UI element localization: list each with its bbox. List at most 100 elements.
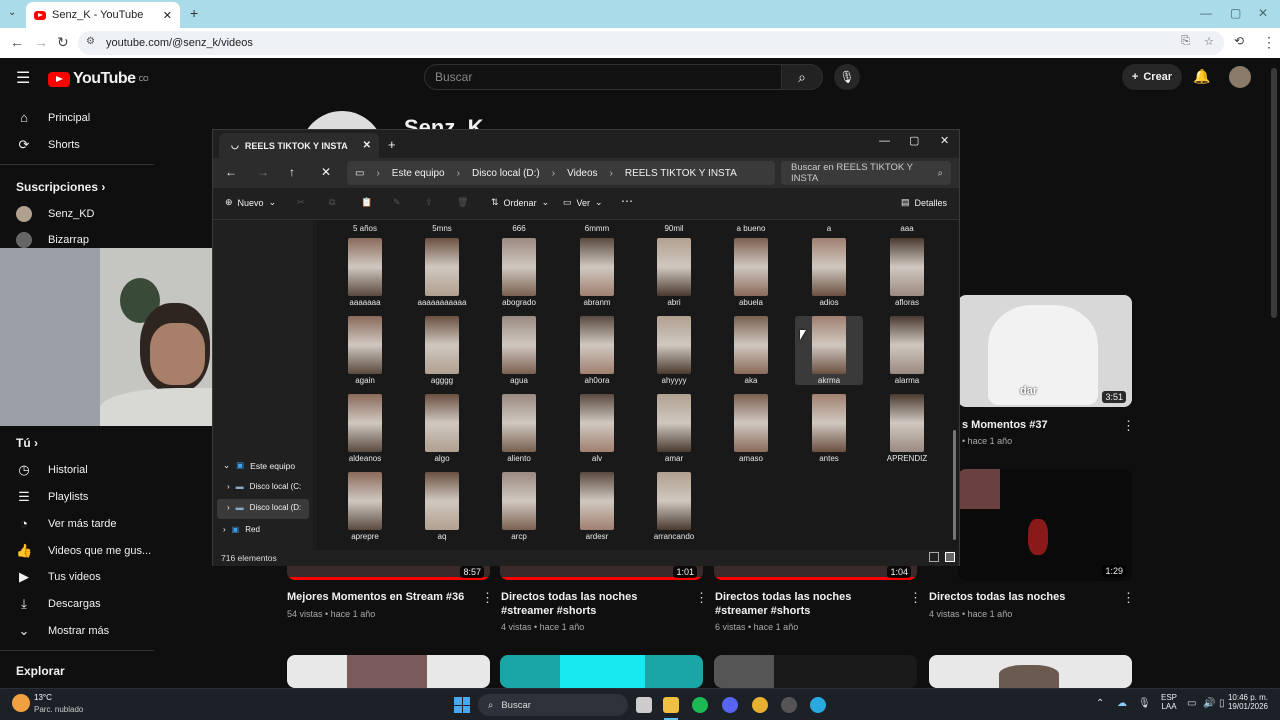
file-item[interactable]: agggg bbox=[408, 316, 476, 385]
delete-icon[interactable]: 🗑 bbox=[457, 197, 468, 208]
minimize-icon[interactable]: — bbox=[1200, 6, 1212, 20]
cut-icon[interactable]: ✂ bbox=[297, 197, 305, 208]
file-item[interactable]: alv bbox=[563, 394, 631, 463]
video-thumbnail[interactable]: 8:57 bbox=[287, 564, 490, 580]
create-button[interactable]: + Crear bbox=[1122, 64, 1182, 90]
file-item[interactable]: akrma bbox=[795, 316, 863, 385]
file-item[interactable]: again bbox=[331, 316, 399, 385]
file-item[interactable]: aldeanos bbox=[331, 394, 399, 463]
file-item[interactable]: aq bbox=[408, 472, 476, 541]
file-item[interactable]: agua bbox=[485, 316, 553, 385]
hamburger-menu-icon[interactable]: ☰ bbox=[16, 68, 30, 88]
forward-icon[interactable]: → bbox=[257, 165, 269, 179]
video-thumbnail[interactable] bbox=[500, 655, 703, 688]
file-item[interactable]: APRENDIZ bbox=[873, 394, 941, 463]
subscriptions-header[interactable]: Suscripciones › bbox=[16, 180, 105, 194]
copy-icon[interactable]: ⧉ bbox=[329, 197, 335, 208]
video-title[interactable]: Directos todas las noches bbox=[929, 590, 1109, 604]
minimize-icon[interactable]: — bbox=[879, 135, 890, 147]
file-item[interactable]: ah0ora bbox=[563, 316, 631, 385]
video-thumbnail[interactable]: dar 3:51 bbox=[958, 295, 1132, 407]
file-explorer-icon[interactable] bbox=[663, 697, 679, 713]
file-item[interactable]: adios bbox=[795, 238, 863, 307]
file-item[interactable]: abuela bbox=[717, 238, 785, 307]
search-button[interactable]: ⌕ bbox=[781, 64, 823, 90]
sidebar-item-watch-later[interactable]: ◔ Ver más tarde bbox=[16, 516, 116, 531]
more-options-icon[interactable]: ⋮ bbox=[909, 590, 922, 606]
close-window-icon[interactable]: ✕ bbox=[940, 134, 949, 147]
video-title[interactable]: Directos todas las noches #streamer #sho… bbox=[715, 590, 895, 618]
file-item[interactable]: ahyyyy bbox=[640, 316, 708, 385]
file-item[interactable]: 666 bbox=[485, 224, 553, 233]
steam-icon[interactable] bbox=[781, 697, 797, 713]
nav-item-disco-d[interactable]: › ▬ Disco local (D: bbox=[227, 503, 301, 512]
file-item[interactable]: afloras bbox=[873, 238, 941, 307]
chevron-up-icon[interactable]: ⌃ bbox=[1096, 698, 1104, 709]
video-thumbnail[interactable]: 1:29 bbox=[958, 469, 1132, 581]
paste-icon[interactable]: 📋 bbox=[361, 197, 372, 208]
rename-icon[interactable]: ✎ bbox=[393, 197, 401, 208]
sort-button[interactable]: ⇅ Ordenar ⌄ bbox=[491, 197, 549, 208]
file-item[interactable]: aprepre bbox=[331, 472, 399, 541]
sidebar-item-liked[interactable]: 👍 Videos que me gus... bbox=[16, 543, 151, 559]
notifications-bell-icon[interactable]: 🔔 bbox=[1193, 68, 1210, 85]
thumbnails-view-icon[interactable] bbox=[945, 552, 955, 562]
file-item[interactable]: a bbox=[795, 224, 863, 233]
breadcrumb-item[interactable]: Videos bbox=[567, 168, 597, 179]
video-thumbnail[interactable] bbox=[287, 655, 490, 688]
scrollbar-thumb[interactable] bbox=[953, 430, 956, 540]
nav-item-red[interactable]: › ▣ Red bbox=[223, 525, 260, 534]
file-item[interactable]: aliento bbox=[485, 394, 553, 463]
back-icon[interactable]: ← bbox=[225, 165, 237, 179]
discord-icon[interactable] bbox=[722, 697, 738, 713]
bookmark-star-icon[interactable]: ☆ bbox=[1204, 35, 1214, 48]
file-item[interactable]: abranm bbox=[563, 238, 631, 307]
menu-kebab-icon[interactable]: ⋮ bbox=[1262, 34, 1276, 51]
weather-icon[interactable] bbox=[12, 694, 30, 712]
cloud-icon[interactable]: ☁ bbox=[1117, 698, 1127, 709]
file-item[interactable]: antes bbox=[795, 394, 863, 463]
breadcrumb-item[interactable]: Este equipo bbox=[392, 168, 445, 179]
video-title[interactable]: Directos todas las noches #streamer #sho… bbox=[501, 590, 681, 618]
account-avatar[interactable] bbox=[1229, 66, 1251, 88]
file-item[interactable]: 5 años bbox=[331, 224, 399, 233]
file-item[interactable]: abri bbox=[640, 238, 708, 307]
sidebar-item-sub-1[interactable]: Bizarrap bbox=[16, 232, 89, 248]
up-icon[interactable]: ↑ bbox=[289, 165, 295, 179]
language-indicator[interactable]: ESP LAA bbox=[1161, 693, 1177, 711]
file-item[interactable]: a bueno bbox=[717, 224, 785, 233]
file-item[interactable]: aaa bbox=[873, 224, 941, 233]
file-item[interactable]: 5mns bbox=[408, 224, 476, 233]
close-tab-icon[interactable]: ✕ bbox=[163, 9, 172, 22]
more-options-icon[interactable]: ⋮ bbox=[481, 590, 494, 606]
file-item[interactable]: 6mmm bbox=[563, 224, 631, 233]
sidebar-item-playlists[interactable]: ☰ Playlists bbox=[16, 489, 88, 505]
sidebar-item-principal[interactable]: ⌂ Principal bbox=[16, 110, 90, 125]
video-thumbnail[interactable]: 1:04 bbox=[714, 564, 917, 580]
more-options-icon[interactable]: ⋮ bbox=[695, 590, 708, 606]
nav-item-este-equipo[interactable]: ⌄ ▣ Este equipo bbox=[223, 460, 295, 471]
video-title[interactable]: s Momentos #37 bbox=[962, 418, 1048, 432]
file-item[interactable]: amaso bbox=[717, 394, 785, 463]
new-tab-icon[interactable]: + bbox=[388, 137, 396, 152]
video-thumbnail[interactable]: 1:01 bbox=[500, 564, 703, 580]
voice-search-icon[interactable]: 🎙 bbox=[834, 64, 860, 90]
sidebar-item-downloads[interactable]: ⤓ Descargas bbox=[16, 596, 100, 612]
close-window-icon[interactable]: ✕ bbox=[1258, 6, 1268, 20]
file-item[interactable]: aaaaaaa bbox=[331, 238, 399, 307]
file-item[interactable]: aaaaaaaaaaa bbox=[408, 238, 476, 307]
video-title[interactable]: Mejores Momentos en Stream #36 bbox=[287, 590, 477, 604]
forward-icon[interactable]: → bbox=[34, 34, 48, 50]
tu-header[interactable]: Tú › bbox=[16, 436, 38, 450]
more-options-icon[interactable]: ⋯ bbox=[621, 194, 633, 208]
stop-icon[interactable]: ✕ bbox=[321, 165, 331, 179]
youtube-logo[interactable]: YouTube CO bbox=[48, 70, 149, 88]
chrome-icon[interactable] bbox=[752, 697, 768, 713]
sidebar-item-show-more[interactable]: ⌄ Mostrar más bbox=[16, 623, 110, 639]
sidebar-item-your-videos[interactable]: ▶ Tus videos bbox=[16, 569, 101, 585]
search-input[interactable]: Buscar bbox=[424, 64, 782, 90]
install-icon[interactable]: ⎘ bbox=[1181, 35, 1190, 48]
file-item[interactable]: aka bbox=[717, 316, 785, 385]
address-bar[interactable]: ⚙ youtube.com/@senz_k/videos ⎘ ☆ bbox=[78, 31, 1224, 55]
view-button[interactable]: ▭ Ver ⌄ bbox=[563, 197, 603, 208]
